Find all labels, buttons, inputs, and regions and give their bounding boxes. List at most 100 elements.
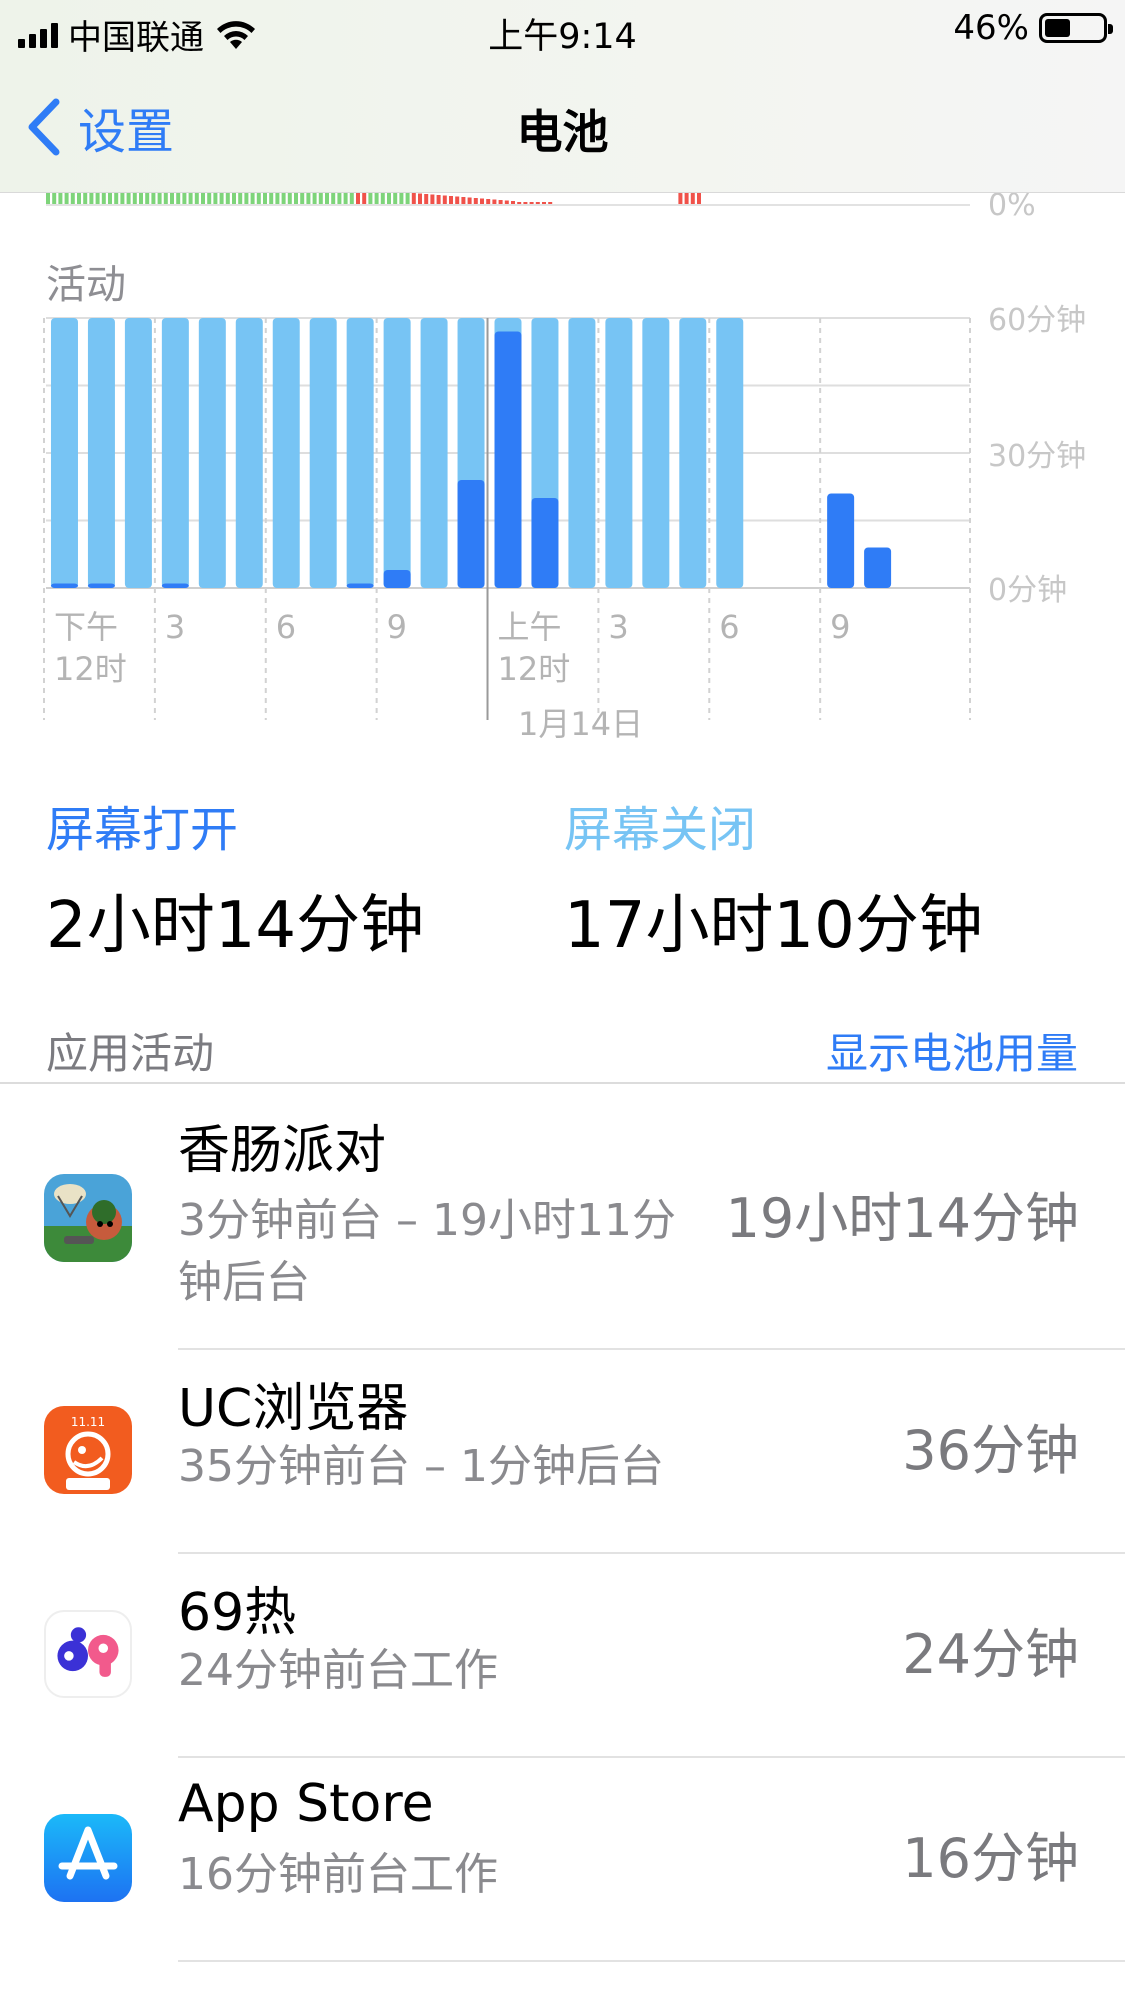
- x-tick-label: 6: [719, 608, 739, 646]
- app-usage-detail: 16分钟前台工作: [178, 1849, 498, 1900]
- battery-strip-bar: [393, 193, 398, 205]
- battery-strip-bar: [325, 193, 329, 205]
- battery-strip-bar: [64, 193, 69, 205]
- battery-strip-bar: [318, 193, 323, 205]
- app-activity-title: 应用活动: [46, 1029, 215, 1078]
- battery-strip-bar: [411, 193, 416, 205]
- battery-strip-bar: [374, 193, 379, 205]
- battery-strip-bar: [467, 197, 472, 205]
- screen-off-bar: [235, 318, 263, 588]
- battery-strip-bar: [126, 193, 131, 205]
- battery-strip-bar: [163, 193, 168, 205]
- x-tick-label: 上午: [498, 608, 562, 646]
- battery-level-strip: [46, 193, 970, 206]
- app-row-uc-browser[interactable]: 11.11 UC浏览器 35分钟前台 – 1分钟后台 36分钟: [0, 1350, 1125, 1554]
- screen-off-bar: [568, 318, 596, 588]
- battery-strip-bar: [362, 193, 367, 205]
- battery-strip-bar: [139, 193, 143, 205]
- battery-strip-bar: [287, 193, 292, 205]
- battery-strip-bar: [455, 196, 460, 205]
- screen-on-bar: [50, 583, 78, 588]
- battery-strip-bar: [170, 193, 174, 205]
- y-tick-30: 30分钟: [988, 439, 1086, 474]
- battery-strip-bar: [182, 193, 187, 205]
- app-row-sausage-party[interactable]: 香肠派对 3分钟前台 – 19小时11分钟后台 19小时14分钟: [0, 1084, 1125, 1350]
- screen-off-label: 屏幕关闭: [564, 802, 757, 858]
- app-usage-detail: 35分钟前台 – 1分钟后台: [178, 1441, 664, 1492]
- battery-strip-bar: [343, 193, 348, 205]
- battery-strip-bar: [697, 193, 701, 205]
- battery-strip-bar: [368, 193, 373, 205]
- x-tick-label: 9: [387, 608, 407, 646]
- screen-off-bar: [679, 318, 707, 588]
- app-store-icon: [44, 1814, 132, 1902]
- screen-off-bar: [642, 318, 670, 588]
- x-tick-label: 3: [165, 608, 185, 646]
- app-name: App Store: [178, 1774, 434, 1834]
- show-battery-usage-button[interactable]: 显示电池用量: [826, 1020, 1078, 1081]
- app-usage-detail: 24分钟前台工作: [178, 1645, 498, 1696]
- screen-off-bar: [605, 318, 633, 588]
- battery-strip-bar: [473, 198, 478, 205]
- battery-strip-bar: [176, 193, 181, 205]
- x-tick-label: 12时: [54, 650, 127, 688]
- screen-on-label: 屏幕打开: [46, 802, 239, 858]
- screen-off-bar: [124, 318, 152, 588]
- battery-strip-bar: [108, 193, 112, 205]
- x-tick-label: 3: [608, 608, 628, 646]
- screen-on-bar: [827, 493, 855, 588]
- screen-off-bar: [309, 318, 337, 588]
- game-icon: [44, 1174, 132, 1262]
- battery-strip-bar: [207, 193, 212, 205]
- 69re-icon: [44, 1610, 132, 1698]
- battery-strip-bar: [188, 193, 193, 205]
- screen-off-bar: [716, 318, 744, 588]
- screen-on-bar: [161, 583, 189, 588]
- app-row-69re[interactable]: 69热 24分钟前台工作 24分钟: [0, 1554, 1125, 1758]
- x-tick-label: 12时: [498, 650, 571, 688]
- battery-strip-bar: [89, 193, 94, 205]
- app-name: 香肠派对: [178, 1121, 387, 1181]
- battery-strip-bar: [442, 195, 447, 205]
- activity-chart-title: 活动: [46, 262, 126, 308]
- app-activity-header: 应用活动 显示电池用量: [46, 1010, 1078, 1080]
- screen-on-bar: [864, 547, 892, 588]
- battery-strip-bar: [263, 193, 267, 205]
- y-tick-60: 60分钟: [988, 303, 1086, 338]
- battery-strip-bar: [52, 193, 57, 205]
- screen-off-bar: [272, 318, 300, 588]
- app-usage-detail: 3分钟前台 – 19小时11分钟后台: [178, 1195, 676, 1308]
- battery-strip-bar: [424, 194, 429, 205]
- battery-strip-bar: [312, 193, 317, 205]
- page-title: 电池: [516, 105, 609, 159]
- x-tick-label: 9: [830, 608, 850, 646]
- screen-off-bar: [420, 318, 448, 588]
- status-bar: 中国联通 上午9:14 46%: [0, 0, 1125, 62]
- battery-strip-bar: [145, 193, 150, 205]
- battery-strip-bar: [399, 193, 404, 205]
- battery-strip-bar: [275, 193, 280, 205]
- date-label: 1月14日: [518, 705, 643, 743]
- battery-strip-bar: [387, 193, 391, 205]
- battery-strip-bar: [70, 193, 75, 205]
- battery-strip-bar: [281, 193, 286, 205]
- battery-strip-bar: [83, 193, 88, 205]
- battery-strip-bar: [337, 193, 342, 205]
- app-usage-time: 24分钟: [902, 1623, 1079, 1686]
- screen-off-bar: [346, 318, 374, 588]
- y-tick-0: 0分钟: [988, 573, 1067, 608]
- battery-strip-bar: [436, 195, 441, 205]
- battery-strip-bar: [306, 193, 311, 205]
- battery-strip-bar: [151, 193, 156, 205]
- screen-on-bar: [457, 480, 485, 588]
- battery-strip-bar: [256, 193, 261, 205]
- screen-off-bar: [198, 318, 226, 588]
- battery-percent: 46%: [953, 8, 1029, 48]
- screen-on-bar: [494, 331, 522, 588]
- battery-fill: [1045, 19, 1070, 37]
- battery-strip-bar: [356, 193, 360, 205]
- battery-strip-bar: [461, 197, 466, 205]
- battery-strip-bar: [269, 193, 274, 205]
- app-name: 69热: [178, 1583, 297, 1643]
- app-row-app-store[interactable]: App Store 16分钟前台工作 16分钟: [0, 1758, 1125, 1962]
